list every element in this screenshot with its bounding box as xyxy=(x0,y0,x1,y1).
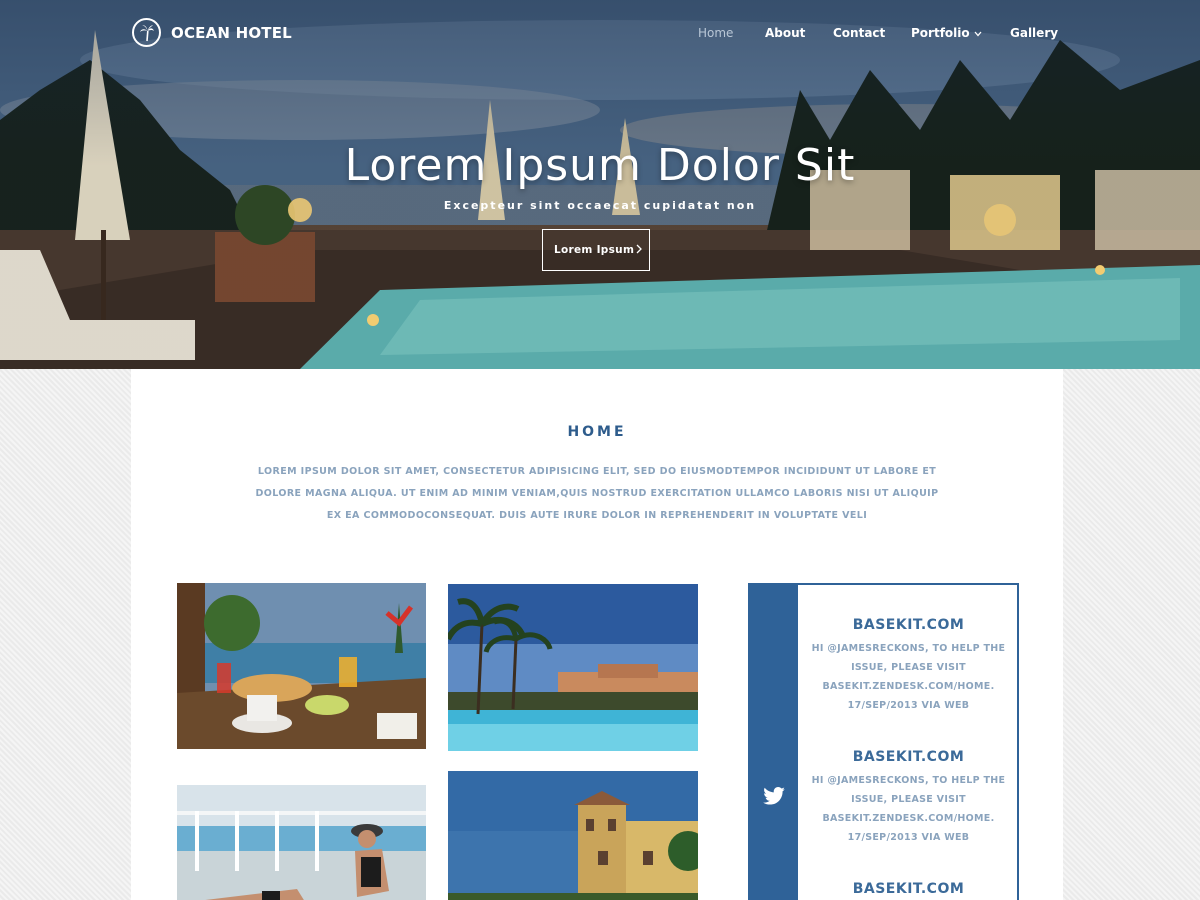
hero-cta-label: Lorem Ipsum xyxy=(554,244,635,256)
nav-item-contact[interactable]: Contact xyxy=(833,26,885,40)
tweet-author[interactable]: BASEKIT.COM xyxy=(798,881,1019,897)
main-nav: Home About Contact Portfolio Gallery xyxy=(600,26,1200,44)
tweet-item: BASEKIT.COM xyxy=(798,881,1019,900)
content-panel: HOME LOREM IPSUM DOLOR SIT AMET, CONSECT… xyxy=(131,369,1063,900)
gallery-photo-resort-pool[interactable] xyxy=(448,584,698,751)
gallery-photo-breakfast[interactable] xyxy=(177,583,426,749)
brand-name: OCEAN HOTEL xyxy=(171,23,292,42)
section-title: HOME xyxy=(567,424,627,440)
chevron-down-icon xyxy=(974,31,982,36)
hero-banner: OCEAN HOTEL Home About Contact Portfolio… xyxy=(0,0,1200,369)
brand-logo[interactable]: OCEAN HOTEL xyxy=(132,18,292,47)
section-description: LOREM IPSUM DOLOR SIT AMET, CONSECTETUR … xyxy=(255,466,939,521)
hero-subtitle: Excepteur sint occaecat cupidatat non xyxy=(443,199,757,212)
tweet-author[interactable]: BASEKIT.COM xyxy=(798,617,1019,633)
tweet-item: BASEKIT.COM HI @JAMESRECKONS, TO HELP TH… xyxy=(798,749,1019,847)
hero-title: Lorem Ipsum Dolor Sit xyxy=(344,140,856,191)
chevron-right-icon xyxy=(636,244,642,254)
twitter-feed-sidebar xyxy=(750,585,798,900)
nav-item-about[interactable]: About xyxy=(765,26,805,40)
tweet-item: BASEKIT.COM HI @JAMESRECKONS, TO HELP TH… xyxy=(798,617,1019,715)
nav-item-home[interactable]: Home xyxy=(698,26,733,40)
nav-item-gallery[interactable]: Gallery xyxy=(1010,26,1058,40)
twitter-feed: BASEKIT.COM HI @JAMESRECKONS, TO HELP TH… xyxy=(748,583,1019,900)
palm-tree-icon xyxy=(132,18,161,47)
gallery-photo-pool-deck[interactable] xyxy=(177,771,426,900)
tweet-author[interactable]: BASEKIT.COM xyxy=(798,749,1019,765)
nav-item-portfolio[interactable]: Portfolio xyxy=(911,26,982,40)
tweet-text: HI @JAMESRECKONS, TO HELP THE ISSUE, PLE… xyxy=(811,643,1006,711)
nav-item-portfolio-label: Portfolio xyxy=(911,26,970,40)
gallery-photo-villa[interactable] xyxy=(448,771,698,900)
twitter-icon[interactable] xyxy=(763,787,785,805)
hero-cta-button[interactable]: Lorem Ipsum xyxy=(542,229,650,271)
tweet-text: HI @JAMESRECKONS, TO HELP THE ISSUE, PLE… xyxy=(811,775,1006,843)
